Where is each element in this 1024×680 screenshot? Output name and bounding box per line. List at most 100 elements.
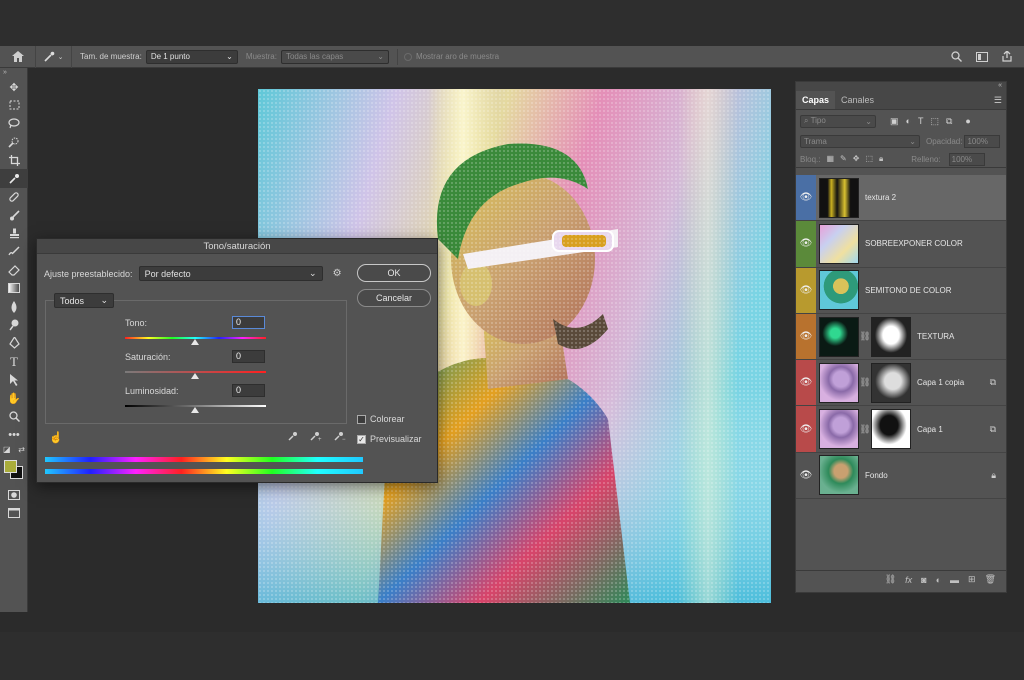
move-tool[interactable]: ✥	[0, 78, 28, 96]
swap-colors-icon[interactable]: ⇄	[18, 445, 25, 454]
opacity-input[interactable]: 100%	[964, 135, 1001, 148]
visibility-toggle[interactable]: 👁︎	[796, 221, 816, 267]
lock-transparent-icon[interactable]: ▦	[826, 154, 834, 164]
search-icon[interactable]	[951, 51, 962, 62]
default-colors-icon[interactable]: ◪	[3, 445, 11, 454]
fx-icon[interactable]: fx	[905, 575, 912, 585]
layer-row[interactable]: 👁︎ Fondo 🔒︎	[796, 452, 1006, 500]
history-brush-tool[interactable]	[0, 243, 28, 261]
adjustment-filter-icon[interactable]: ◐	[906, 116, 911, 127]
hand-tool[interactable]: ✋	[0, 389, 28, 407]
lasso-tool[interactable]	[0, 115, 28, 133]
crop-tool[interactable]	[0, 151, 28, 169]
lightness-input[interactable]: 0	[232, 384, 265, 397]
layer-row[interactable]: 👁︎ SEMITONO DE COLOR	[796, 267, 1006, 314]
new-layer-icon[interactable]: ⊞	[968, 574, 976, 585]
collapse-toolbar-icon[interactable]: »	[0, 68, 27, 78]
adjustment-layer-icon[interactable]: ◐	[936, 575, 941, 585]
visibility-toggle[interactable]: 👁︎	[796, 406, 816, 452]
foreground-color[interactable]	[4, 459, 17, 473]
tab-layers[interactable]: Capas	[796, 91, 836, 109]
filter-toggle-icon[interactable]: ●	[965, 116, 970, 127]
shape-filter-icon[interactable]: ⬚	[930, 116, 939, 127]
trash-icon[interactable]: 🗑︎	[985, 574, 996, 585]
show-ring-checkbox[interactable]	[403, 52, 412, 61]
more-tools[interactable]: •••	[0, 426, 28, 444]
brush-tool[interactable]	[0, 206, 28, 224]
lock-all-icon[interactable]: 🔒︎	[879, 154, 883, 164]
preview-option[interactable]: ✓ Previsualizar	[357, 434, 422, 444]
lock-image-icon[interactable]: ✎	[840, 154, 847, 164]
home-button[interactable]	[0, 45, 36, 68]
layer-row[interactable]: 👁︎ ⛓︎ Capa 1 copia ⧉	[796, 360, 1006, 407]
hue-slider-thumb[interactable]	[191, 339, 199, 345]
type-filter-icon[interactable]: T	[918, 116, 924, 127]
visibility-toggle[interactable]: 👁︎	[796, 267, 816, 313]
path-select-tool[interactable]	[0, 371, 28, 389]
eyedropper-tool[interactable]	[0, 169, 28, 188]
dodge-tool[interactable]	[0, 316, 28, 334]
add-mask-icon[interactable]: ◙	[921, 575, 926, 585]
link-layers-icon[interactable]: ⛓︎	[885, 574, 896, 585]
tool-preset-picker[interactable]: ⌄	[36, 45, 72, 68]
layer-row[interactable]: 👁︎ ⛓︎ TEXTURA	[796, 313, 1006, 361]
smart-object-filter-icon[interactable]: ⧉	[946, 116, 952, 127]
link-icon[interactable]: ⛓︎	[859, 424, 871, 435]
gradient-tool[interactable]	[0, 279, 28, 297]
sample-size-select[interactable]: De 1 punto ⌄	[145, 49, 238, 64]
on-image-adjust-hand-icon[interactable]: ☝	[49, 431, 63, 444]
layer-mask-thumbnail[interactable]	[871, 409, 911, 450]
link-icon[interactable]: ⛓︎	[859, 331, 871, 342]
saturation-slider-thumb[interactable]	[191, 373, 199, 379]
preset-options-gear-icon[interactable]: ⚙	[333, 268, 342, 279]
blur-tool[interactable]	[0, 298, 28, 316]
edit-range-select[interactable]: Todos ⌄	[54, 293, 114, 308]
ok-button[interactable]: OK	[357, 264, 431, 282]
filter-type-select[interactable]: ⌕ Tipo ⌄	[800, 114, 876, 128]
healing-tool[interactable]	[0, 188, 28, 206]
eyedropper-minus-icon[interactable]: −	[334, 431, 346, 441]
workspace-icon[interactable]	[976, 51, 988, 62]
zoom-tool[interactable]	[0, 407, 28, 425]
lock-position-icon[interactable]: ✥	[853, 154, 860, 164]
visibility-toggle[interactable]: 👁︎	[796, 175, 816, 221]
preset-select[interactable]: Por defecto ⌄	[138, 266, 323, 281]
eyedropper-plus-icon[interactable]: +	[310, 431, 322, 441]
stamp-tool[interactable]	[0, 224, 28, 242]
marquee-tool[interactable]	[0, 96, 28, 114]
quick-mask-button[interactable]	[0, 486, 28, 504]
saturation-input[interactable]: 0	[232, 350, 265, 363]
colorize-option[interactable]: Colorear	[357, 414, 405, 424]
new-group-icon[interactable]: ▬	[950, 575, 959, 585]
visibility-toggle[interactable]: 👁︎	[796, 452, 816, 499]
fill-input[interactable]: 100%	[948, 152, 985, 166]
hue-input[interactable]: 0	[232, 316, 265, 329]
lock-artboard-icon[interactable]: ⬚	[865, 154, 873, 164]
visibility-toggle[interactable]: 👁︎	[796, 313, 816, 360]
eyedropper-icon[interactable]	[288, 431, 298, 441]
layer-mask-thumbnail[interactable]	[871, 362, 911, 403]
pen-tool[interactable]	[0, 334, 28, 352]
dialog-title[interactable]: Tono/saturación	[37, 239, 437, 254]
quick-select-tool[interactable]	[0, 133, 28, 151]
link-icon[interactable]: ⛓︎	[859, 377, 871, 388]
collapse-panel-icon[interactable]: «	[796, 82, 1006, 90]
pixel-filter-icon[interactable]: ▣	[890, 116, 899, 127]
blend-mode-select[interactable]: Trama ⌄	[800, 135, 920, 148]
cancel-button[interactable]: Cancelar	[357, 289, 431, 307]
layer-mask-thumbnail[interactable]	[871, 316, 911, 357]
colorize-checkbox[interactable]	[357, 414, 366, 424]
type-tool[interactable]: T	[0, 352, 28, 370]
eraser-tool[interactable]	[0, 261, 28, 279]
screen-mode-button[interactable]	[0, 504, 28, 522]
layer-row[interactable]: 👁︎ ⛓︎ Capa 1 ⧉	[796, 406, 1006, 453]
share-icon[interactable]	[1002, 51, 1012, 62]
visibility-toggle[interactable]: 👁︎	[796, 360, 816, 406]
lightness-slider-thumb[interactable]	[191, 407, 199, 413]
tab-channels[interactable]: Canales	[835, 91, 880, 109]
panel-menu-icon[interactable]: ☰	[994, 95, 1002, 106]
layer-row[interactable]: 👁︎ textura 2	[796, 175, 1006, 222]
preview-checkbox[interactable]: ✓	[357, 434, 366, 444]
sample-select[interactable]: Todas las capas ⌄	[280, 49, 389, 64]
layer-row[interactable]: 👁︎ SOBREEXPONER COLOR	[796, 221, 1006, 268]
